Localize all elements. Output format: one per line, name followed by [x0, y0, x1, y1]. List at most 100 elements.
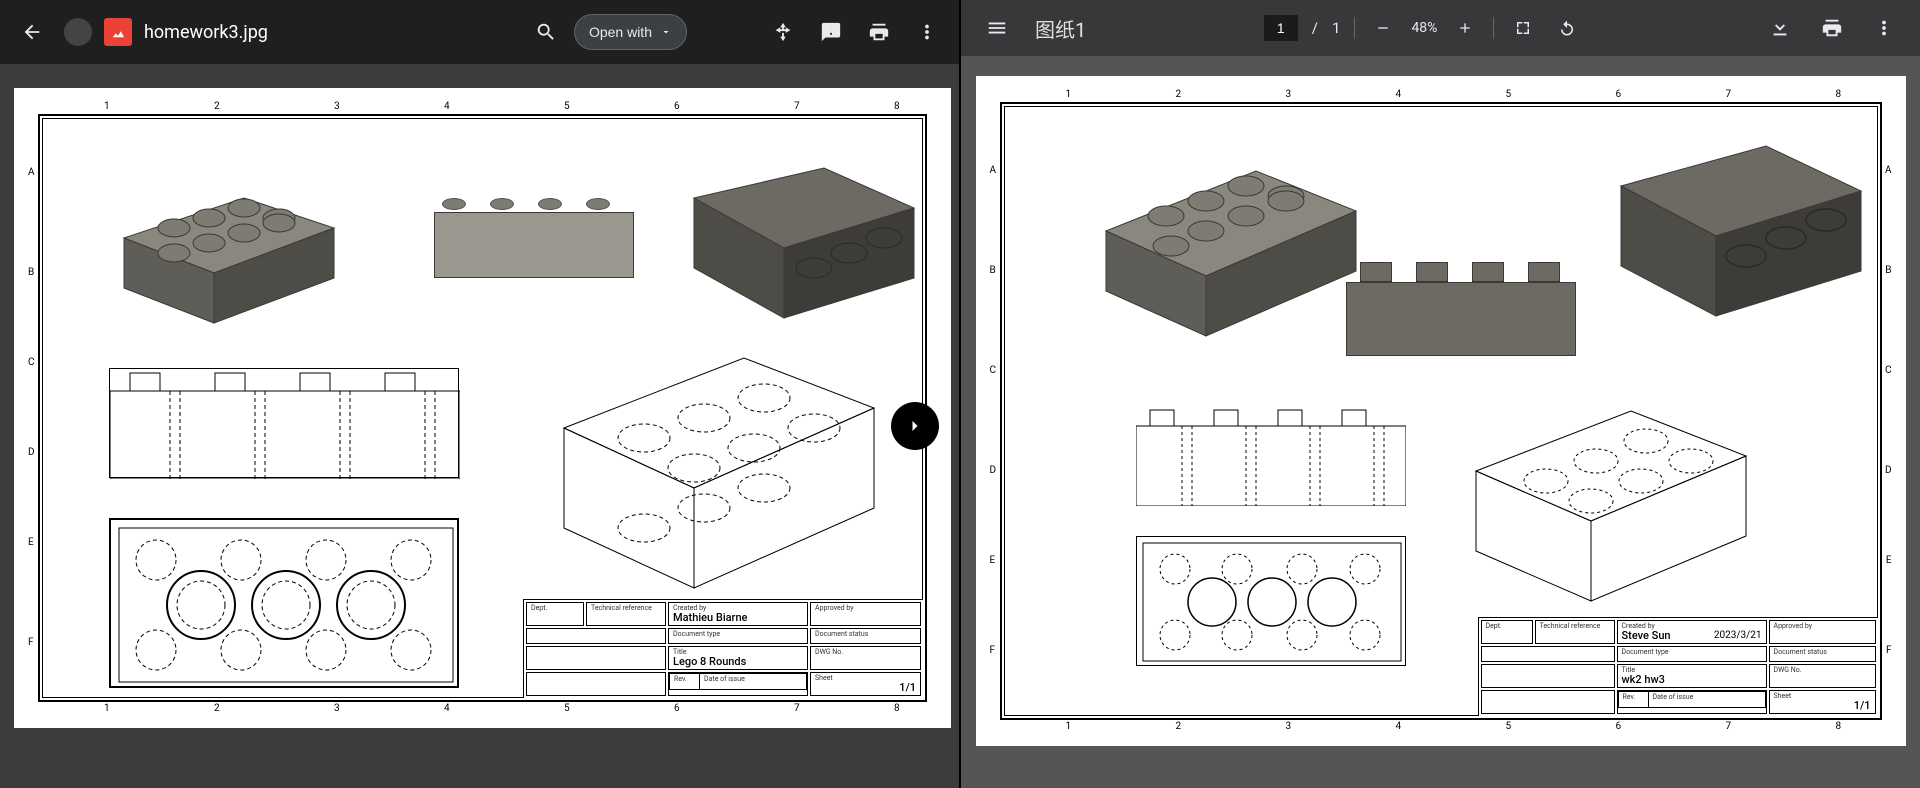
open-with-label: Open with: [589, 24, 652, 40]
fit-page-icon[interactable]: [1508, 13, 1538, 43]
tb-sheet-val: 1/1: [815, 682, 916, 693]
tb-created-val: Mathieu Biarne: [673, 612, 803, 623]
tb-doctype-lab: Document type: [1622, 649, 1762, 656]
open-with-button[interactable]: Open with: [574, 14, 687, 50]
col-tick: 3: [1286, 722, 1292, 732]
bottom-wire-view: [109, 518, 459, 688]
iso-wire-view: [524, 328, 904, 608]
tb-created-val: Steve Sun: [1622, 630, 1671, 641]
drive-toolbar: homework3.jpg Open with: [0, 0, 959, 64]
row-tick: D: [990, 466, 997, 476]
row-tick: E: [28, 538, 34, 548]
iso-shaded-view: [94, 168, 354, 328]
pdf-toolbar: 图纸1 / 1 48%: [961, 0, 1920, 56]
col-tick: 5: [564, 704, 570, 714]
image-icon: [104, 18, 132, 46]
tb-approved-lab: Approved by: [1774, 623, 1871, 630]
iso-wire-view: [1446, 386, 1766, 616]
col-tick: 1: [1066, 722, 1072, 732]
search-icon[interactable]: [526, 12, 566, 52]
pdf-viewer-pane: 图纸1 / 1 48%: [961, 0, 1920, 788]
separator: [1493, 17, 1494, 39]
col-tick: 8: [1836, 90, 1842, 100]
drive-preview-pane: homework3.jpg Open with: [0, 0, 961, 788]
tb-doctype-lab: Document type: [673, 631, 803, 638]
tb-title-val: Lego 8 Rounds: [673, 656, 803, 667]
tb-rev-lab: Rev.: [1623, 694, 1644, 701]
add-shortcut-icon[interactable]: [763, 12, 803, 52]
col-tick: 6: [1616, 90, 1622, 100]
tb-date-lab: Date of issue: [704, 676, 802, 683]
drawing-sheet-right: 1 2 3 4 5 6 7 8 1 2 3 4 5 6 7 8 A B C D: [976, 76, 1906, 746]
zoom-in-button[interactable]: [1451, 14, 1479, 42]
page-input[interactable]: [1264, 15, 1298, 41]
row-tick: B: [1885, 266, 1891, 276]
col-tick: 8: [1836, 722, 1842, 732]
pdf-title: 图纸1: [1035, 14, 1086, 43]
row-tick: A: [990, 166, 997, 176]
tb-created-date: 2023/3/21: [1714, 631, 1762, 641]
row-tick: C: [1885, 366, 1892, 376]
page-sep: /: [1312, 19, 1318, 37]
tb-dept-lab: Dept.: [1486, 623, 1528, 630]
more-icon[interactable]: [907, 12, 947, 52]
col-tick: 7: [1726, 722, 1732, 732]
col-tick: 4: [1396, 90, 1402, 100]
col-tick: 5: [1506, 90, 1512, 100]
page-total: 1: [1332, 19, 1340, 37]
col-tick: 2: [1176, 90, 1182, 100]
col-tick: 4: [444, 704, 450, 714]
side-wire-view: [1136, 406, 1406, 506]
print-icon[interactable]: [1812, 8, 1852, 48]
col-tick: 1: [104, 102, 110, 112]
col-tick: 1: [104, 704, 110, 714]
drawing-sheet-left: 1 2 3 4 5 6 7 8 1 2 3 4 5 6 7 8 A B C: [14, 88, 951, 728]
col-tick: 5: [1506, 722, 1512, 732]
row-tick: C: [990, 366, 997, 376]
zoom-out-button[interactable]: [1369, 14, 1397, 42]
title-block: Dept. Technical reference Created by Ste…: [1478, 617, 1878, 716]
tb-dept-lab: Dept.: [531, 605, 579, 612]
rotate-icon[interactable]: [1552, 13, 1582, 43]
row-tick: B: [28, 268, 34, 278]
row-tick: D: [1885, 466, 1892, 476]
tb-title-val: wk2 hw3: [1622, 674, 1762, 685]
filename: homework3.jpg: [144, 22, 268, 43]
row-tick: F: [990, 646, 996, 656]
col-tick: 7: [794, 704, 800, 714]
tb-dwg-lab: DWG No.: [1774, 667, 1871, 674]
front-shaded-view: [1346, 256, 1576, 356]
avatar: [64, 18, 92, 46]
col-tick: 1: [1066, 90, 1072, 100]
iso-shaded-view: [1076, 136, 1376, 346]
drive-canvas: Shared w… m… refer home… 1 2 3 4 5 6 7 8: [0, 64, 959, 788]
bottom-wire-view: [1136, 536, 1406, 666]
more-icon[interactable]: [1864, 8, 1904, 48]
col-tick: 5: [564, 102, 570, 112]
col-tick: 2: [214, 704, 220, 714]
iso-bottom-shaded-view: [1596, 136, 1876, 336]
row-tick: E: [990, 556, 996, 566]
col-tick: 4: [1396, 722, 1402, 732]
col-tick: 4: [444, 102, 450, 112]
back-button[interactable]: [12, 12, 52, 52]
row-tick: E: [1886, 556, 1892, 566]
side-wire-view: [109, 368, 459, 478]
tb-dwg-lab: DWG No.: [815, 649, 916, 656]
col-tick: 3: [1286, 90, 1292, 100]
col-tick: 3: [334, 102, 340, 112]
row-tick: C: [28, 358, 35, 368]
comment-icon[interactable]: [811, 12, 851, 52]
iso-bottom-shaded-view: [674, 158, 924, 328]
chevron-down-icon: [660, 26, 672, 38]
next-image-button[interactable]: [891, 402, 939, 450]
tb-rev-lab: Rev.: [674, 676, 695, 683]
col-tick: 2: [214, 102, 220, 112]
pdf-canvas: 1 2 3 4 5 6 7 8 1 2 3 4 5 6 7 8 A B C D: [961, 56, 1920, 788]
menu-icon[interactable]: [977, 8, 1017, 48]
title-block: Dept. Technical reference Created by Mat…: [523, 599, 923, 698]
row-tick: B: [990, 266, 996, 276]
tb-approved-lab: Approved by: [815, 605, 916, 612]
print-icon[interactable]: [859, 12, 899, 52]
download-icon[interactable]: [1760, 8, 1800, 48]
